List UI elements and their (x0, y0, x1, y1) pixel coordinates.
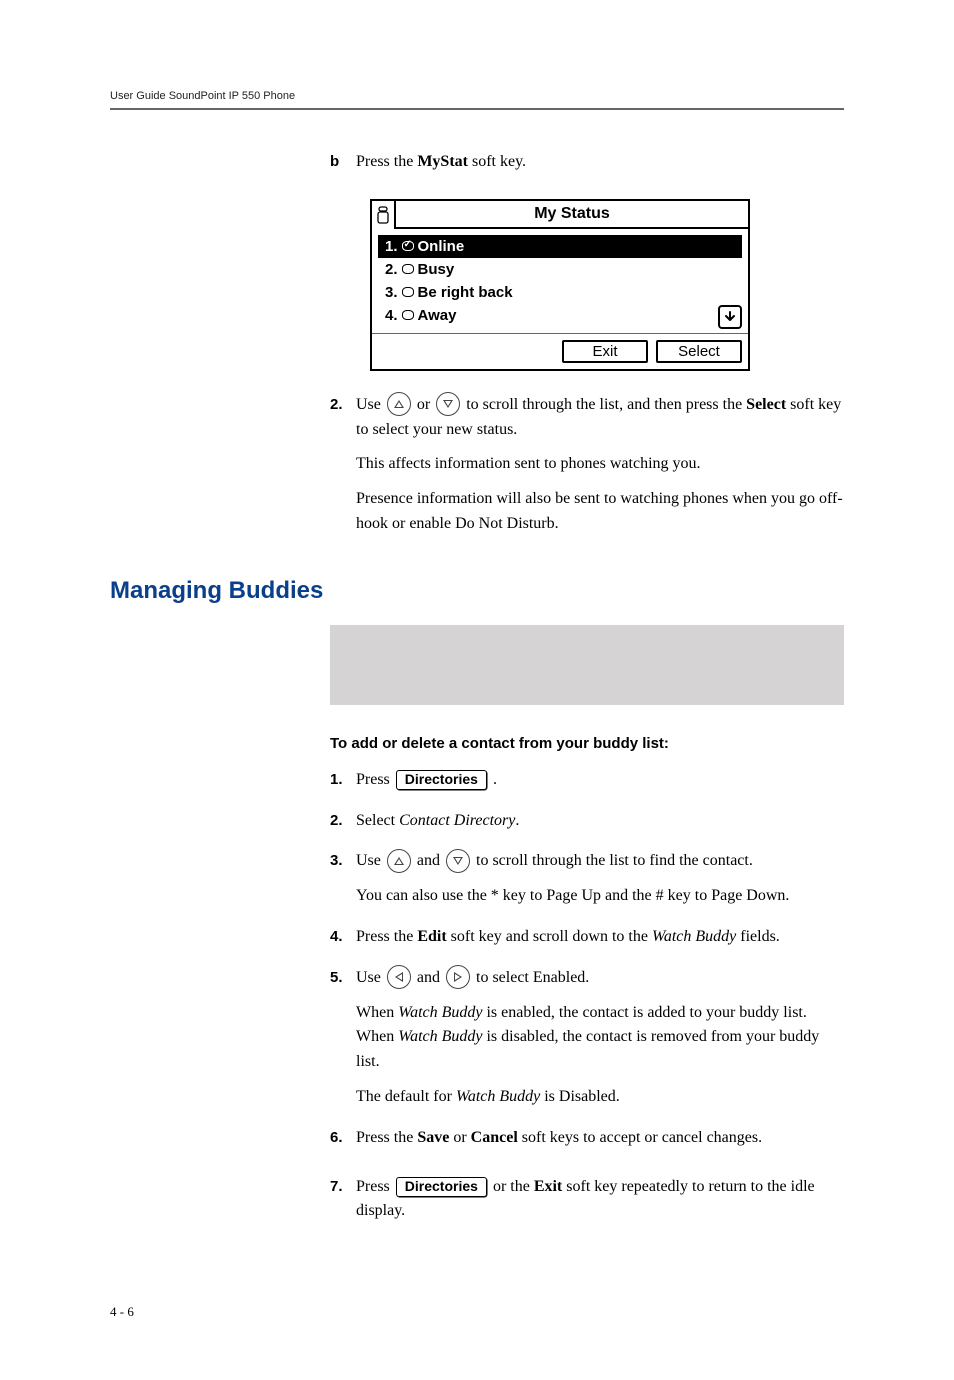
text-bold: Edit (417, 928, 446, 945)
status-item-num: 4. (385, 307, 398, 324)
status-item-busy[interactable]: 2. Busy (378, 258, 742, 281)
text-bold: Select (746, 396, 786, 413)
step-b-post: soft key. (468, 153, 526, 170)
text: Use (356, 396, 385, 413)
text-bold: Cancel (471, 1129, 518, 1146)
nav-left-icon (387, 965, 411, 989)
nav-up-icon (387, 849, 411, 873)
text: Press (356, 1178, 394, 1195)
text-italic: Watch Buddy (456, 1088, 540, 1105)
text-italic: Watch Buddy (652, 928, 736, 945)
s3-num: 3. (330, 849, 356, 919)
s5-body: Use and to select Enabled. When Watch Bu… (356, 966, 844, 1120)
text: The default for (356, 1088, 456, 1105)
running-header: User Guide SoundPoint IP 550 Phone (110, 90, 844, 102)
s2-num: 2. (330, 809, 356, 844)
text-italic: Watch Buddy (398, 1004, 482, 1021)
status-item-away[interactable]: 4. Away (378, 304, 742, 327)
phone-line-icon (372, 201, 396, 229)
nav-down-icon (446, 849, 470, 873)
status-item-num: 3. (385, 284, 398, 301)
radio-checked-icon (402, 241, 414, 251)
status-item-online[interactable]: 1. Online (378, 235, 742, 258)
text: Select (356, 812, 399, 829)
text: to scroll through the list, and then pre… (462, 396, 746, 413)
directories-key: Directories (396, 770, 487, 790)
phone-screen-title: My Status (396, 201, 748, 229)
text: is Disabled. (540, 1088, 620, 1105)
step-2-p2: This affects information sent to phones … (356, 452, 844, 477)
phone-screen: My Status 1. Online 2. Busy 3. Be right … (370, 199, 750, 371)
text-italic: Watch Buddy (398, 1028, 482, 1045)
s5-num: 5. (330, 966, 356, 1120)
directories-key: Directories (396, 1177, 487, 1197)
s6-num: 6. (330, 1126, 356, 1161)
text: . (489, 771, 497, 788)
s6-body: Press the Save or Cancel soft keys to ac… (356, 1126, 844, 1161)
text: and (413, 969, 444, 986)
text: Use (356, 969, 385, 986)
s7-num: 7. (330, 1175, 356, 1235)
text: soft key and scroll down to the (447, 928, 652, 945)
text: When (356, 1004, 398, 1021)
nav-down-icon (436, 392, 460, 416)
text-bold: Exit (534, 1178, 562, 1195)
phone-status-list: 1. Online 2. Busy 3. Be right back 4. Aw… (372, 229, 748, 333)
s3-body: Use and to scroll through the list to fi… (356, 849, 844, 919)
text-italic: Contact Directory (399, 812, 515, 829)
s2-body: Select Contact Directory. (356, 809, 844, 844)
radio-icon (402, 264, 414, 274)
step-2-body: Use or to scroll through the list, and t… (356, 393, 844, 547)
softkey-exit[interactable]: Exit (562, 340, 648, 363)
phone-screen-figure: My Status 1. Online 2. Busy 3. Be right … (370, 199, 844, 371)
status-item-label: Be right back (418, 284, 513, 301)
radio-icon (402, 310, 414, 320)
status-item-label: Online (418, 238, 465, 255)
page-number: 4 - 6 (110, 1304, 844, 1320)
text: and (413, 852, 444, 869)
status-item-num: 1. (385, 238, 398, 255)
s1-body: Press Directories . (356, 768, 844, 803)
radio-icon (402, 287, 414, 297)
text: to select Enabled. (472, 969, 589, 986)
status-item-label: Busy (418, 261, 455, 278)
status-item-num: 2. (385, 261, 398, 278)
text: Press the (356, 1129, 417, 1146)
scroll-down-icon[interactable] (718, 305, 742, 329)
step-b-pre: Press the (356, 153, 417, 170)
nav-right-icon (446, 965, 470, 989)
step-b-letter: b (330, 150, 356, 185)
text-bold: Save (417, 1129, 449, 1146)
section-managing-buddies: Managing Buddies (110, 577, 844, 605)
softkey-select[interactable]: Select (656, 340, 742, 363)
step-2-p3: Presence information will also be sent t… (356, 487, 844, 537)
step-b-body: Press the MyStat soft key. (356, 150, 844, 185)
text: soft keys to accept or cancel changes. (518, 1129, 762, 1146)
nav-up-icon (387, 392, 411, 416)
s7-body: Press Directories or the Exit soft key r… (356, 1175, 844, 1235)
text: Press (356, 771, 394, 788)
note-block (330, 625, 844, 705)
status-item-label: Away (418, 307, 457, 324)
s3-p2: You can also use the * key to Page Up an… (356, 884, 844, 909)
s4-body: Press the Edit soft key and scroll down … (356, 925, 844, 960)
step-b-bold: MyStat (417, 153, 468, 170)
text: to scroll through the list to find the c… (472, 852, 753, 869)
text: Press the (356, 928, 417, 945)
s1-num: 1. (330, 768, 356, 803)
text: Use (356, 852, 385, 869)
step-2-num: 2. (330, 393, 356, 547)
header-rule (110, 108, 844, 110)
text: or (413, 396, 434, 413)
text: . (515, 812, 519, 829)
buddy-list-subheading: To add or delete a contact from your bud… (330, 735, 844, 752)
text: or the (489, 1178, 534, 1195)
text: or (449, 1129, 470, 1146)
s4-num: 4. (330, 925, 356, 960)
status-item-brb[interactable]: 3. Be right back (378, 281, 742, 304)
text: fields. (736, 928, 780, 945)
